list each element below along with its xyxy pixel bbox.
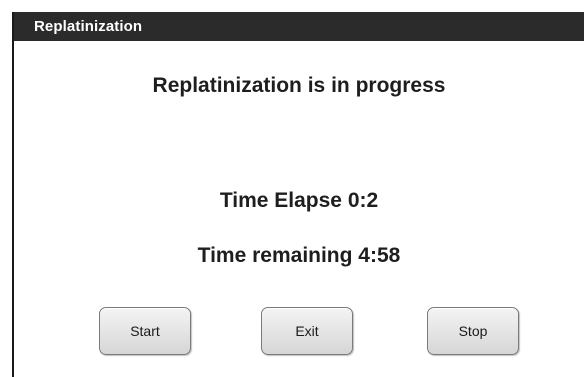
time-elapsed-text: Time Elapse 0:2 [219, 189, 379, 212]
exit-button[interactable]: Exit [261, 307, 353, 355]
status-message: Replatinization is in progress [152, 74, 446, 97]
stop-button[interactable]: Stop [427, 307, 519, 355]
replatinization-dialog: Replatinization Replatinization is in pr… [12, 12, 584, 377]
time-remaining-text: Time remaining 4:58 [197, 244, 401, 267]
window-title: Replatinization [14, 12, 584, 41]
start-button[interactable]: Start [99, 307, 191, 355]
